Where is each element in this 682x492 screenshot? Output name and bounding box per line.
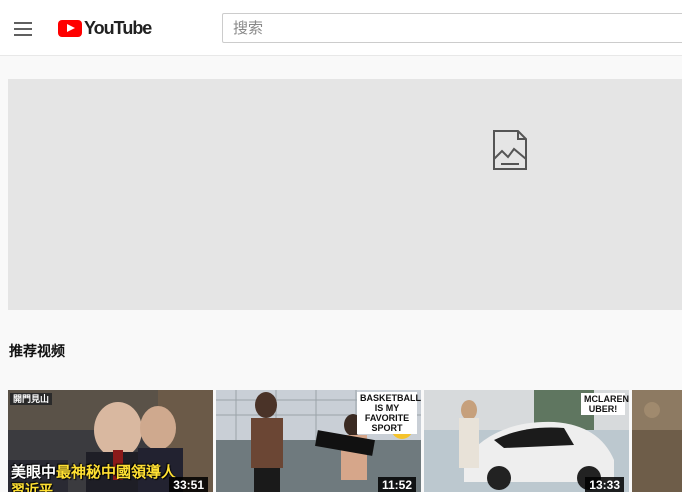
youtube-logo[interactable]: YouTube	[58, 17, 152, 39]
video-card-1[interactable]: 開門見山 美眼中最神秘中國領導人 習近平 33:51	[8, 390, 213, 492]
search-input[interactable]	[222, 13, 682, 43]
video-card-3[interactable]: MCLAREN UBER! 13:33	[424, 390, 629, 492]
thumbnail-caption: MCLAREN UBER!	[581, 393, 629, 415]
thumbnail-subtitle-text: 習近平	[11, 483, 53, 492]
thumbnail-caption: BASKETBALL IS MY FAVORITE SPORT	[357, 392, 421, 434]
video-card-2[interactable]: BASKETBALL IS MY FAVORITE SPORT 11:52	[216, 390, 421, 492]
section-title-recommended: 推荐视频	[9, 344, 65, 360]
thumbnail-title-text: 美眼中最神秘中國領導人	[11, 463, 177, 481]
duration-badge: 33:51	[169, 477, 208, 492]
hamburger-menu-icon[interactable]	[12, 18, 34, 38]
banner-placeholder	[8, 79, 682, 310]
masthead: YouTube	[0, 0, 682, 56]
video-card-4[interactable]	[632, 390, 682, 492]
duration-badge: 11:52	[377, 477, 416, 492]
channel-watermark: 開門見山	[10, 393, 53, 405]
play-icon	[58, 19, 82, 37]
video-thumbnail	[632, 390, 682, 492]
broken-image-icon	[493, 130, 527, 170]
duration-badge: 13:33	[585, 477, 624, 492]
logo-text: YouTube	[84, 17, 152, 38]
